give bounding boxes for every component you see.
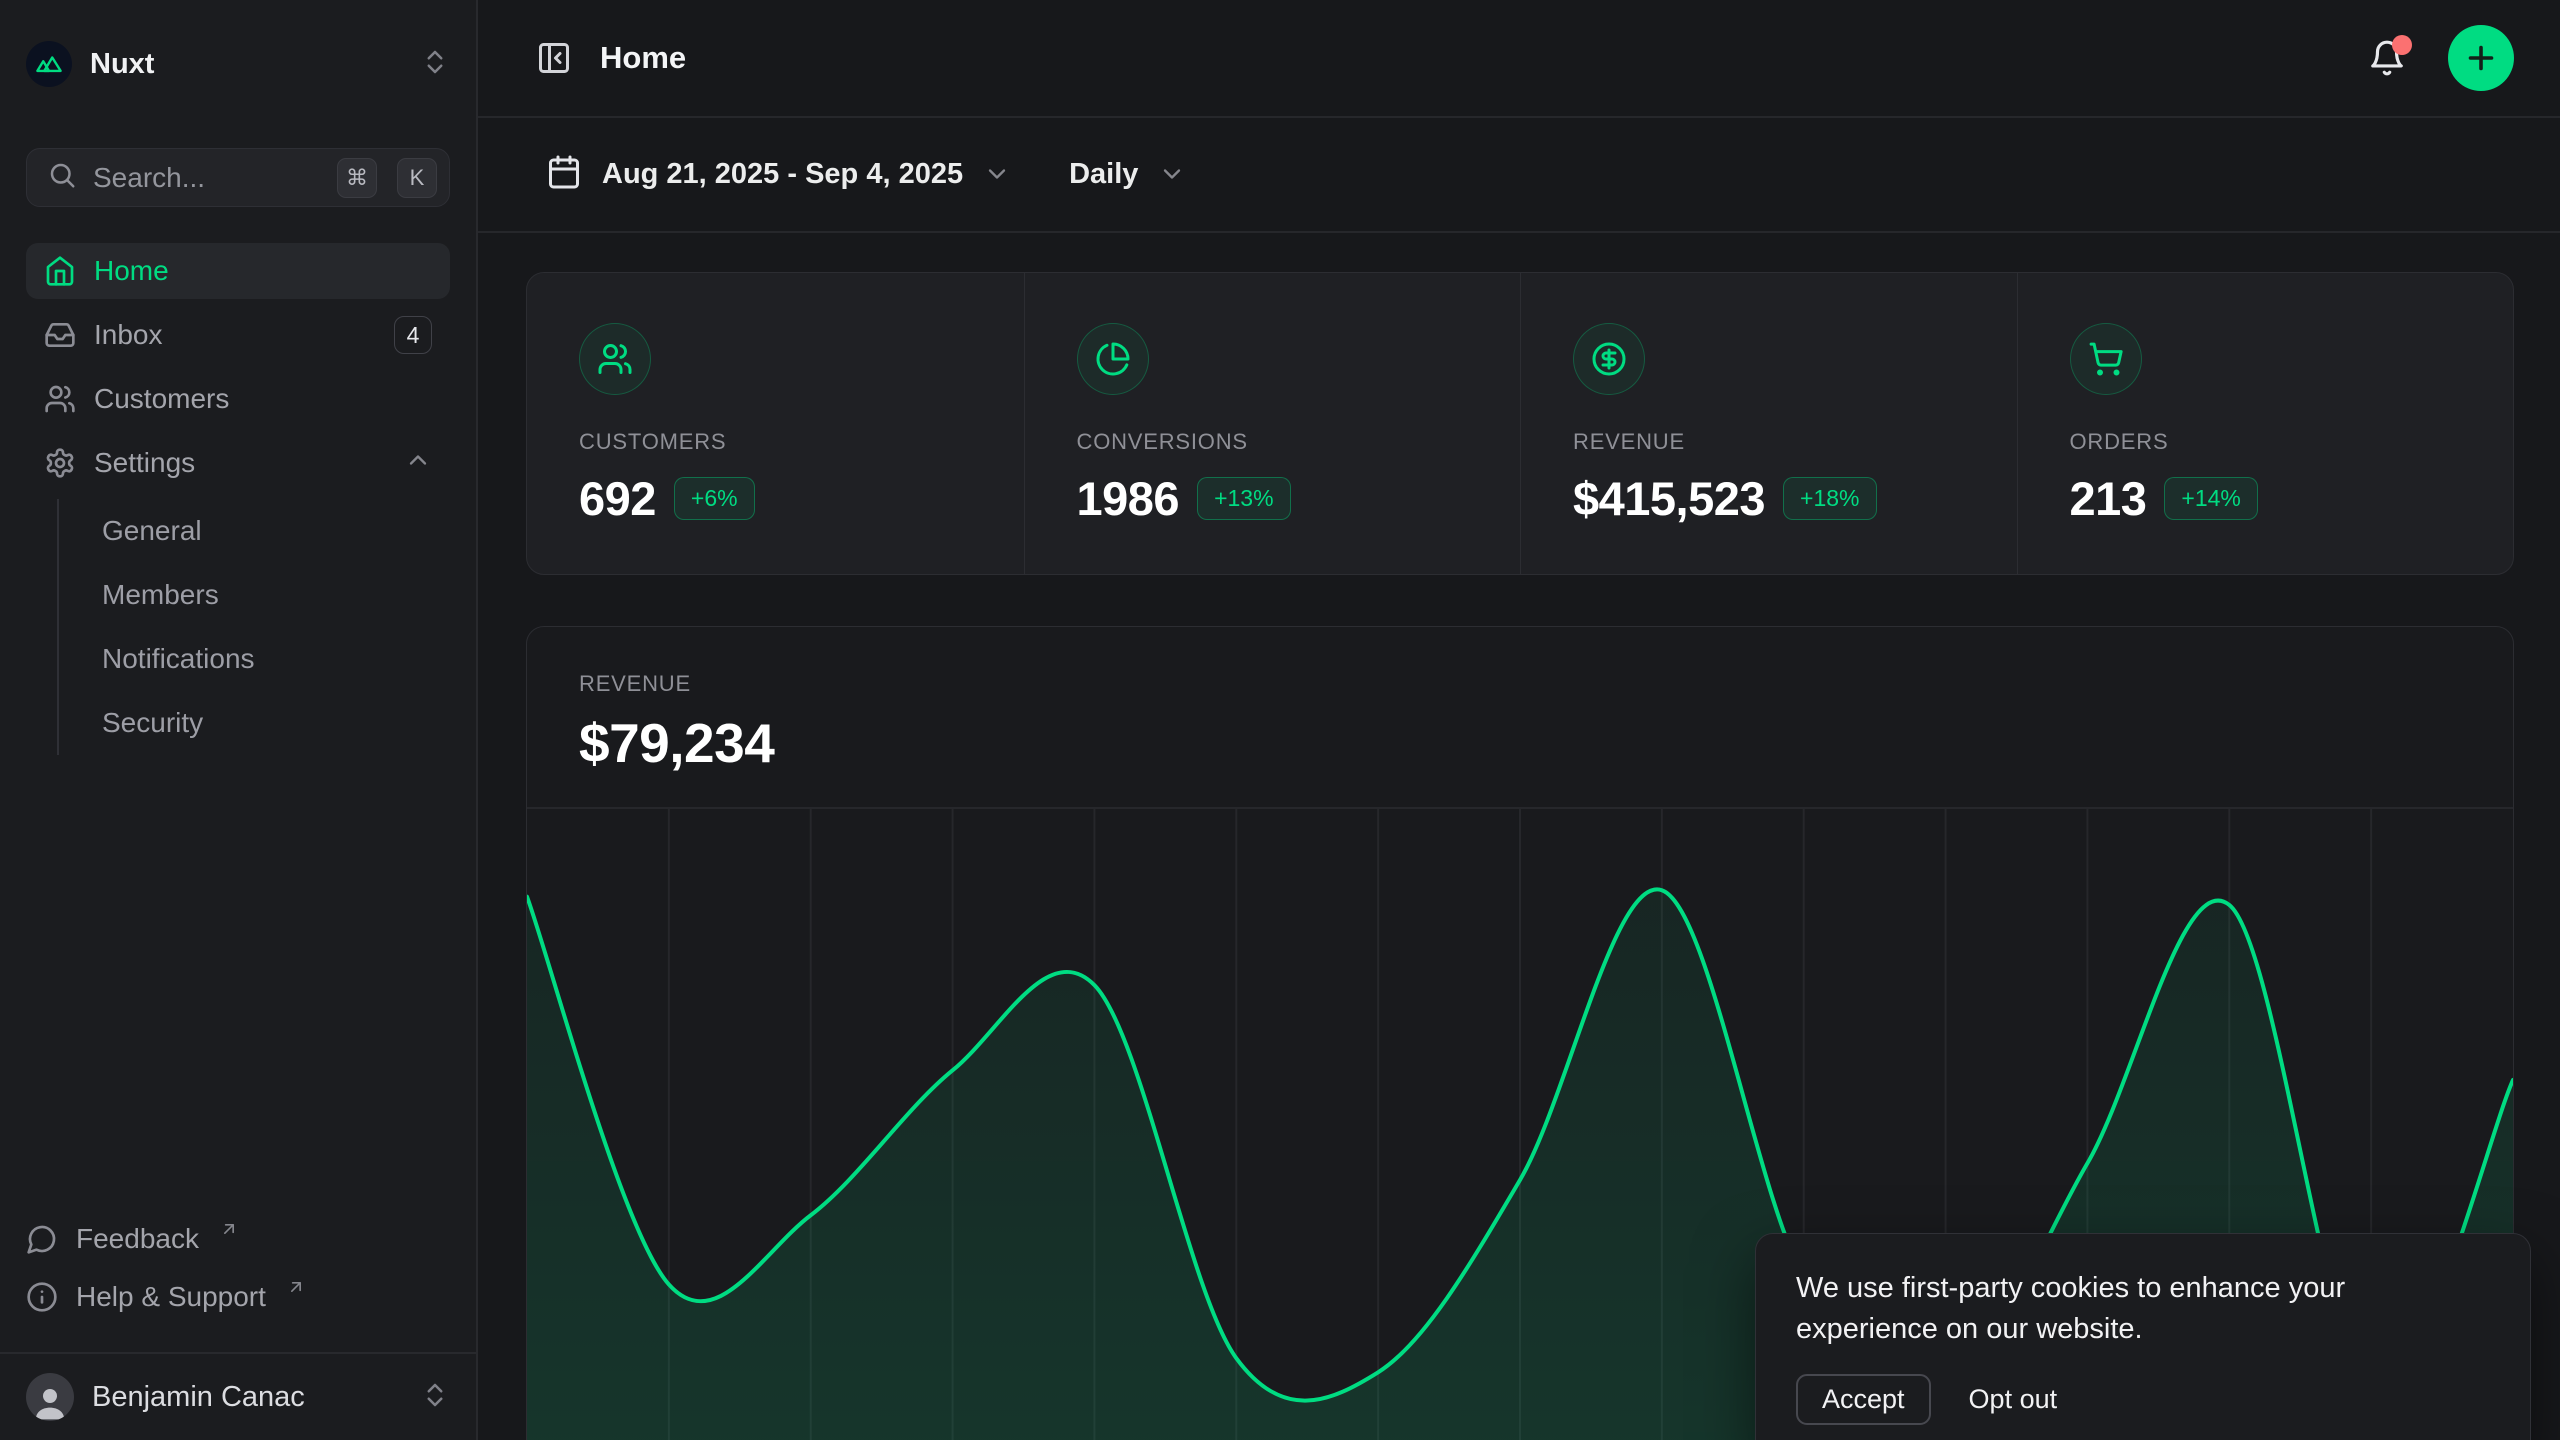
panel-left-close-icon — [536, 40, 572, 76]
info-circle-icon — [26, 1281, 58, 1313]
gear-icon — [44, 447, 76, 479]
inbox-count-badge: 4 — [394, 316, 432, 354]
stat-label: CONVERSIONS — [1077, 429, 1521, 455]
sidebar-item-settings[interactable]: Settings — [26, 435, 450, 491]
sidebar-nav: Home Inbox 4 Customers Settings General — [26, 243, 450, 763]
cookie-banner: We use first-party cookies to enhance yo… — [1755, 1233, 2531, 1440]
accept-button[interactable]: Accept — [1796, 1374, 1931, 1425]
stat-customers[interactable]: CUSTOMERS 692 +6% — [527, 273, 1024, 574]
stat-revenue[interactable]: REVENUE $415,523 +18% — [1520, 273, 2017, 574]
stat-orders[interactable]: ORDERS 213 +14% — [2017, 273, 2514, 574]
kbd-k: K — [397, 158, 437, 198]
external-link-icon — [284, 1277, 306, 1318]
stat-label: CUSTOMERS — [579, 429, 1024, 455]
sidebar-item-label: Inbox — [94, 319, 376, 351]
chevron-down-icon — [1158, 156, 1186, 193]
stat-delta-badge: +18% — [1783, 477, 1876, 520]
page-header: Home — [478, 0, 2560, 118]
shopping-cart-icon — [2070, 323, 2142, 395]
sidebar-spacer — [26, 763, 450, 1210]
app-window: Nuxt Search... ⌘ K Home Inbox 4 — [0, 0, 2560, 1440]
filters-toolbar: Aug 21, 2025 - Sep 4, 2025 Daily — [478, 118, 2560, 233]
settings-sub-nav: General Members Notifications Security — [57, 499, 450, 755]
kbd-cmd: ⌘ — [337, 158, 377, 198]
date-range-picker[interactable]: Aug 21, 2025 - Sep 4, 2025 — [546, 154, 1011, 195]
sidebar-item-security[interactable]: Security — [102, 691, 450, 755]
main-area: Home Aug 21, 2025 - Sep 4, 2025 — [478, 0, 2560, 1440]
stat-delta-badge: +6% — [674, 477, 755, 520]
feedback-label: Feedback — [76, 1223, 199, 1255]
sidebar-item-customers[interactable]: Customers — [26, 371, 450, 427]
dollar-circle-icon — [1573, 323, 1645, 395]
cookie-message: We use first-party cookies to enhance yo… — [1796, 1268, 2490, 1350]
stat-conversions[interactable]: CONVERSIONS 1986 +13% — [1024, 273, 1521, 574]
cookie-actions: Accept Opt out — [1796, 1374, 2490, 1425]
stat-value: 1986 — [1077, 471, 1180, 526]
page-title: Home — [600, 40, 686, 76]
plus-icon — [2463, 40, 2499, 76]
help-support-link[interactable]: Help & Support — [26, 1268, 450, 1326]
notifications-button[interactable] — [2368, 39, 2406, 77]
stat-value: $415,523 — [1573, 471, 1765, 526]
inbox-icon — [44, 319, 76, 351]
message-bubble-icon — [26, 1223, 58, 1255]
stat-label: REVENUE — [1573, 429, 2017, 455]
collapse-sidebar-button[interactable] — [536, 40, 572, 76]
search-input[interactable]: Search... ⌘ K — [26, 148, 450, 207]
chart-header: REVENUE $79,234 — [527, 627, 2513, 775]
stat-value: 692 — [579, 471, 656, 526]
stats-card: CUSTOMERS 692 +6% CONVERSIONS 1986 +13% — [526, 272, 2514, 575]
sidebar-item-general[interactable]: General — [102, 499, 450, 563]
opt-out-button[interactable]: Opt out — [1969, 1376, 2058, 1423]
search-icon — [47, 160, 77, 195]
external-link-icon — [217, 1219, 239, 1260]
header-right — [2368, 25, 2514, 91]
notification-dot — [2392, 35, 2412, 55]
sidebar-item-label: Settings — [94, 447, 386, 479]
date-range-label: Aug 21, 2025 - Sep 4, 2025 — [602, 158, 963, 191]
stat-delta-badge: +14% — [2164, 477, 2257, 520]
nuxt-logo-icon — [26, 41, 72, 87]
home-icon — [44, 255, 76, 287]
header-left: Home — [536, 40, 2368, 76]
pie-chart-icon — [1077, 323, 1149, 395]
calendar-icon — [546, 154, 582, 195]
chart-title: REVENUE — [579, 671, 2461, 697]
granularity-select[interactable]: Daily — [1069, 156, 1186, 193]
sidebar-item-label: Home — [94, 255, 432, 287]
sidebar-item-label: Customers — [94, 383, 432, 415]
users-circle-icon — [579, 323, 651, 395]
chart-total-value: $79,234 — [579, 711, 2461, 775]
chevron-up-down-icon — [420, 1380, 450, 1415]
stat-value: 213 — [2070, 471, 2147, 526]
avatar — [26, 1373, 74, 1421]
workspace-switcher[interactable]: Nuxt — [26, 36, 450, 92]
granularity-label: Daily — [1069, 158, 1138, 191]
stat-label: ORDERS — [2070, 429, 2514, 455]
stat-delta-badge: +13% — [1197, 477, 1290, 520]
users-icon — [44, 383, 76, 415]
sidebar-footer-links: Feedback Help & Support — [26, 1210, 450, 1326]
add-button[interactable] — [2448, 25, 2514, 91]
sidebar-item-inbox[interactable]: Inbox 4 — [26, 307, 450, 363]
user-name: Benjamin Canac — [92, 1381, 402, 1414]
help-support-label: Help & Support — [76, 1281, 266, 1313]
sidebar-item-members[interactable]: Members — [102, 563, 450, 627]
feedback-link[interactable]: Feedback — [26, 1210, 450, 1268]
chevron-up-icon — [404, 446, 432, 481]
user-menu[interactable]: Benjamin Canac — [26, 1354, 450, 1440]
workspace-name: Nuxt — [90, 48, 402, 81]
sidebar-item-notifications[interactable]: Notifications — [102, 627, 450, 691]
chevron-up-down-icon — [420, 47, 450, 82]
sidebar: Nuxt Search... ⌘ K Home Inbox 4 — [0, 0, 478, 1440]
search-placeholder: Search... — [93, 162, 317, 194]
sidebar-item-home[interactable]: Home — [26, 243, 450, 299]
chevron-down-icon — [983, 156, 1011, 193]
